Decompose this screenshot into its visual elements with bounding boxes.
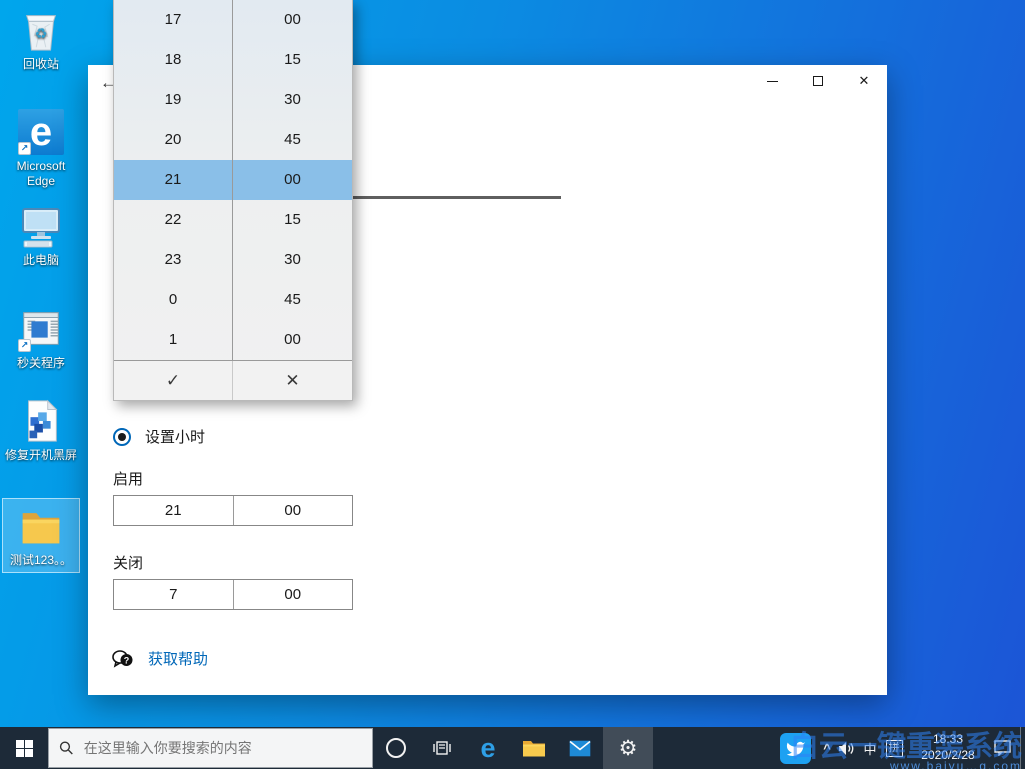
ime-mode-indicator[interactable]: 拼	[882, 740, 906, 757]
desktop-icon-label: 测试123。。	[10, 553, 72, 568]
maximize-button[interactable]	[795, 65, 841, 97]
enable-time-picker: 21 00	[113, 495, 353, 526]
mail-button[interactable]	[557, 727, 603, 769]
hour-option[interactable]: 1	[114, 320, 232, 360]
clock-time: 18:33	[912, 732, 984, 748]
system-tray: ^ 中 拼 18:33 2020/2/28	[771, 727, 1025, 769]
window-caption-buttons: ✕	[749, 65, 887, 97]
file-explorer-icon	[522, 738, 546, 758]
volume-button[interactable]	[834, 741, 858, 756]
minute-option[interactable]: 00	[233, 320, 352, 360]
registry-file-icon	[17, 397, 65, 445]
minute-option[interactable]: 15	[233, 40, 352, 80]
taskbar-search-box[interactable]	[48, 728, 373, 768]
speaker-icon	[838, 741, 855, 756]
enable-hour-field[interactable]: 21	[114, 496, 234, 525]
search-input[interactable]	[84, 740, 362, 756]
minimize-button[interactable]	[749, 65, 795, 97]
cancel-button[interactable]: ✕	[233, 361, 352, 400]
minute-option[interactable]: 30	[233, 240, 352, 280]
minute-option[interactable]: 15	[233, 200, 352, 240]
minute-option[interactable]: 45	[233, 280, 352, 320]
close-button[interactable]: ✕	[841, 65, 887, 97]
twitter-button[interactable]	[780, 733, 811, 764]
minute-column: 00 15 30 45 00 15 30 45 00	[233, 0, 352, 360]
app-window-icon: ↗	[17, 305, 65, 353]
desktop-icon-test-folder[interactable]: 测试123。。	[2, 498, 80, 573]
desktop-icon-microsoft-edge[interactable]: e ↗ Microsoft Edge	[2, 108, 80, 189]
off-time-picker: 7 00	[113, 579, 353, 610]
hour-option[interactable]: 17	[114, 0, 232, 40]
hour-option[interactable]: 20	[114, 120, 232, 160]
edge-icon: e ↗	[17, 108, 65, 156]
set-hours-radio[interactable]	[113, 428, 131, 446]
action-center-icon	[994, 740, 1011, 756]
windows-logo-icon	[16, 740, 33, 757]
task-view-icon	[433, 740, 451, 756]
night-light-strength-slider-track[interactable]	[353, 196, 561, 199]
cortana-icon	[386, 738, 406, 758]
get-help-icon: ?	[112, 649, 134, 668]
cortana-button[interactable]	[373, 727, 419, 769]
desktop-icon-label: Microsoft Edge	[2, 159, 80, 189]
off-minute-field[interactable]: 00	[234, 580, 353, 609]
mail-icon	[569, 740, 591, 757]
desktop-icon-quick-close-app[interactable]: ↗ 秒关程序	[2, 305, 80, 371]
hidden-icons-chevron[interactable]: ^	[820, 741, 834, 756]
confirm-button[interactable]: ✓	[114, 361, 233, 400]
edge-icon: e	[480, 735, 495, 762]
this-pc-icon	[17, 202, 65, 250]
hour-option[interactable]: 23	[114, 240, 232, 280]
minute-option-selected[interactable]: 00	[233, 160, 352, 200]
enable-time-label: 启用	[113, 468, 143, 489]
file-explorer-button[interactable]	[511, 727, 557, 769]
twitter-bird-icon	[786, 740, 806, 757]
desktop-icon-fix-black-screen[interactable]: 修复开机黑屏	[2, 397, 80, 463]
settings-taskbar-button[interactable]: ⚙	[603, 727, 653, 769]
set-hours-radio-label: 设置小时	[145, 426, 205, 447]
minute-option[interactable]: 00	[233, 0, 352, 40]
hour-option[interactable]: 0	[114, 280, 232, 320]
taskbar-clock[interactable]: 18:33 2020/2/28	[912, 732, 984, 763]
hour-option[interactable]: 22	[114, 200, 232, 240]
hour-column: 17 18 19 20 21 22 23 0 1	[114, 0, 233, 360]
enable-minute-field[interactable]: 00	[234, 496, 353, 525]
recycle-bin-icon: ♻	[17, 6, 65, 54]
off-time-label: 关闭	[113, 552, 143, 573]
shortcut-arrow-icon: ↗	[18, 339, 31, 352]
maximize-icon	[813, 76, 823, 86]
search-icon	[59, 740, 74, 756]
svg-text:♻: ♻	[35, 27, 48, 43]
clock-date: 2020/2/28	[912, 748, 984, 764]
minute-option[interactable]: 30	[233, 80, 352, 120]
taskbar: e ⚙ ^ 中 拼	[0, 727, 1025, 769]
edge-taskbar-button[interactable]: e	[465, 727, 511, 769]
off-hour-field[interactable]: 7	[114, 580, 234, 609]
minute-option[interactable]: 45	[233, 120, 352, 160]
desktop-icon-label: 回收站	[23, 57, 59, 72]
desktop-icon-label: 修复开机黑屏	[5, 448, 77, 463]
desktop-icon-recycle-bin[interactable]: ♻ 回收站	[2, 6, 80, 72]
task-view-button[interactable]	[419, 727, 465, 769]
desktop-icon-label: 秒关程序	[17, 356, 65, 371]
radio-dot	[118, 433, 126, 441]
hour-option[interactable]: 19	[114, 80, 232, 120]
show-desktop-button[interactable]	[1020, 727, 1025, 769]
desktop-icon-this-pc[interactable]: 此电脑	[2, 202, 80, 268]
shortcut-arrow-icon: ↗	[18, 142, 31, 155]
folder-icon	[17, 502, 65, 550]
minimize-icon	[767, 81, 778, 82]
hour-option[interactable]: 18	[114, 40, 232, 80]
gear-icon: ⚙	[619, 738, 638, 759]
start-button[interactable]	[0, 727, 48, 769]
get-help-link[interactable]: 获取帮助	[148, 648, 208, 669]
pinyin-badge: 拼	[886, 740, 903, 757]
time-picker-flyout: 17 18 19 20 21 22 23 0 1 00 15 30 45 00 …	[113, 0, 353, 401]
desktop-icon-label: 此电脑	[23, 253, 59, 268]
svg-text:?: ?	[124, 656, 130, 666]
hour-option-selected[interactable]: 21	[114, 160, 232, 200]
ime-language-indicator[interactable]: 中	[858, 739, 882, 758]
action-center-button[interactable]	[990, 740, 1014, 756]
